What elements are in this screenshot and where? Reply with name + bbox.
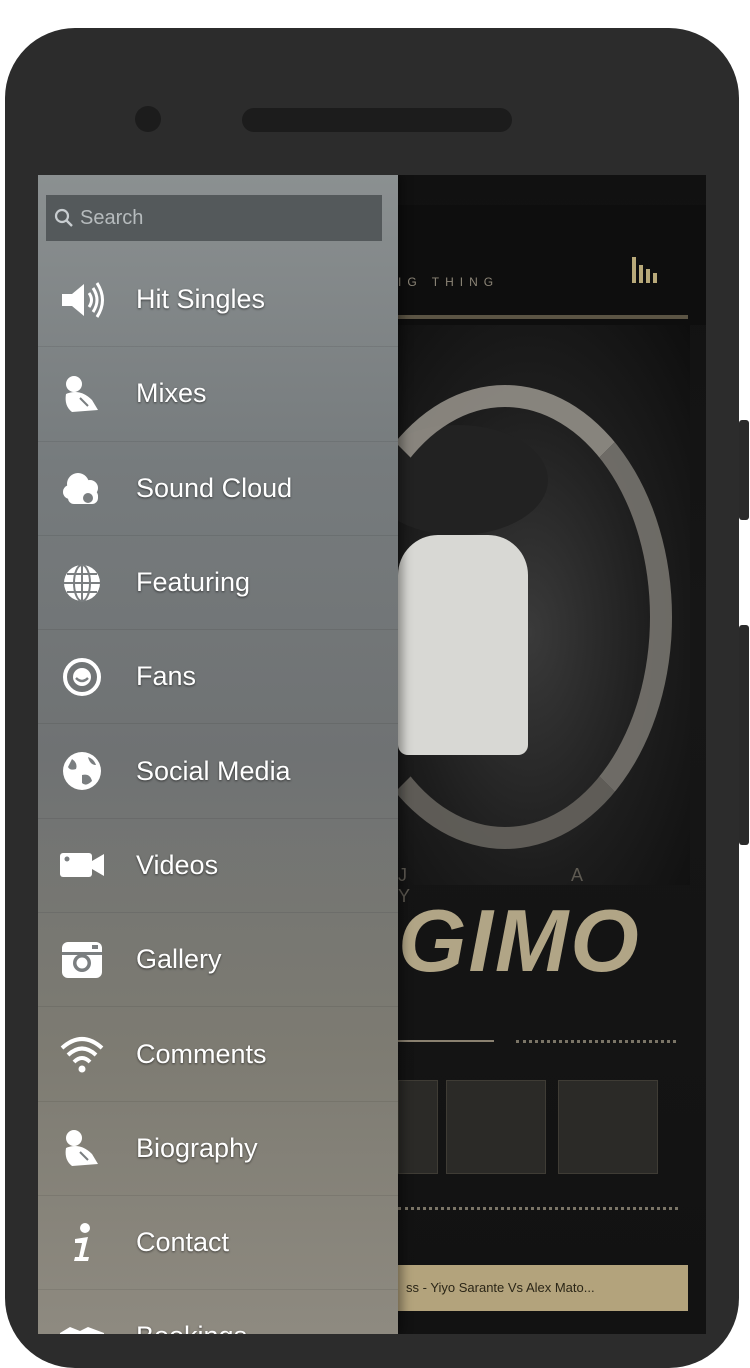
menu-item-hit-singles[interactable]: Hit Singles [38, 253, 398, 348]
search-bar[interactable]: Search [46, 195, 382, 241]
video-camera-icon [54, 837, 110, 893]
info-icon [54, 1215, 110, 1271]
title-underline [398, 1040, 494, 1042]
earth-icon [54, 743, 110, 799]
menu-item-label: Comments [136, 1038, 267, 1069]
menu-item-videos[interactable]: Videos [38, 819, 398, 914]
person-icon [54, 1120, 110, 1176]
menu-item-gallery[interactable]: Gallery [38, 913, 398, 1008]
speaker-icon [54, 272, 110, 328]
menu-item-label: Sound Cloud [136, 472, 293, 503]
album-thumbnail[interactable] [398, 1080, 438, 1174]
search-icon [54, 208, 73, 227]
navigation-drawer: Search Hit Singles Mixes Sound Cloud Fea… [38, 175, 398, 1334]
header-divider [398, 315, 688, 319]
wifi-icon [54, 1026, 110, 1082]
album-thumbnail[interactable] [558, 1080, 658, 1174]
camera-icon [54, 932, 110, 988]
menu-item-label: Hit Singles [136, 284, 266, 315]
smiley-icon [54, 649, 110, 705]
menu-item-label: Fans [136, 661, 197, 692]
album-thumbnail[interactable] [446, 1080, 546, 1174]
menu-item-label: Biography [136, 1132, 258, 1163]
dotted-divider [398, 1207, 678, 1210]
globe-grid-icon [54, 555, 110, 611]
menu-item-sound-cloud[interactable]: Sound Cloud [38, 442, 398, 536]
menu-item-label: Mixes [136, 378, 207, 409]
hero-figure-shape [398, 535, 528, 755]
menu-item-bookings[interactable]: Bookings [38, 1290, 398, 1334]
volume-button [739, 420, 749, 520]
now-playing-bar[interactable]: ss - Yiyo Sarante Vs Alex Mato... [398, 1265, 688, 1311]
menu-item-mixes[interactable]: Mixes [38, 347, 398, 442]
power-button [739, 625, 749, 845]
menu-item-biography[interactable]: Biography [38, 1102, 398, 1196]
menu-item-comments[interactable]: Comments [38, 1007, 398, 1102]
cloud-icon [54, 460, 110, 516]
menu-item-label: Videos [136, 849, 219, 880]
screen: IG THING J A Y GIMO ss - Yiyo Sarante Vs… [38, 175, 706, 1334]
app-tagline: IG THING [398, 275, 500, 289]
menu-item-label: Contact [136, 1227, 230, 1258]
menu-item-label: Bookings [136, 1321, 247, 1334]
menu-item-featuring[interactable]: Featuring [38, 536, 398, 631]
menu-item-fans[interactable]: Fans [38, 630, 398, 725]
menu-item-social-media[interactable]: Social Media [38, 724, 398, 819]
drawer-menu: Hit Singles Mixes Sound Cloud Featuring … [38, 253, 398, 1334]
artist-name: GIMO [398, 891, 641, 990]
equalizer-icon[interactable] [630, 253, 662, 283]
dotted-divider [516, 1040, 676, 1043]
handshake-icon [54, 1309, 110, 1334]
search-input[interactable]: Search [80, 207, 143, 230]
person-icon [54, 366, 110, 422]
front-camera [135, 106, 161, 132]
menu-item-label: Gallery [136, 944, 222, 975]
menu-item-contact[interactable]: Contact [38, 1196, 398, 1291]
menu-item-label: Social Media [136, 755, 291, 786]
menu-item-label: Featuring [136, 567, 251, 598]
earpiece-speaker [242, 108, 512, 132]
